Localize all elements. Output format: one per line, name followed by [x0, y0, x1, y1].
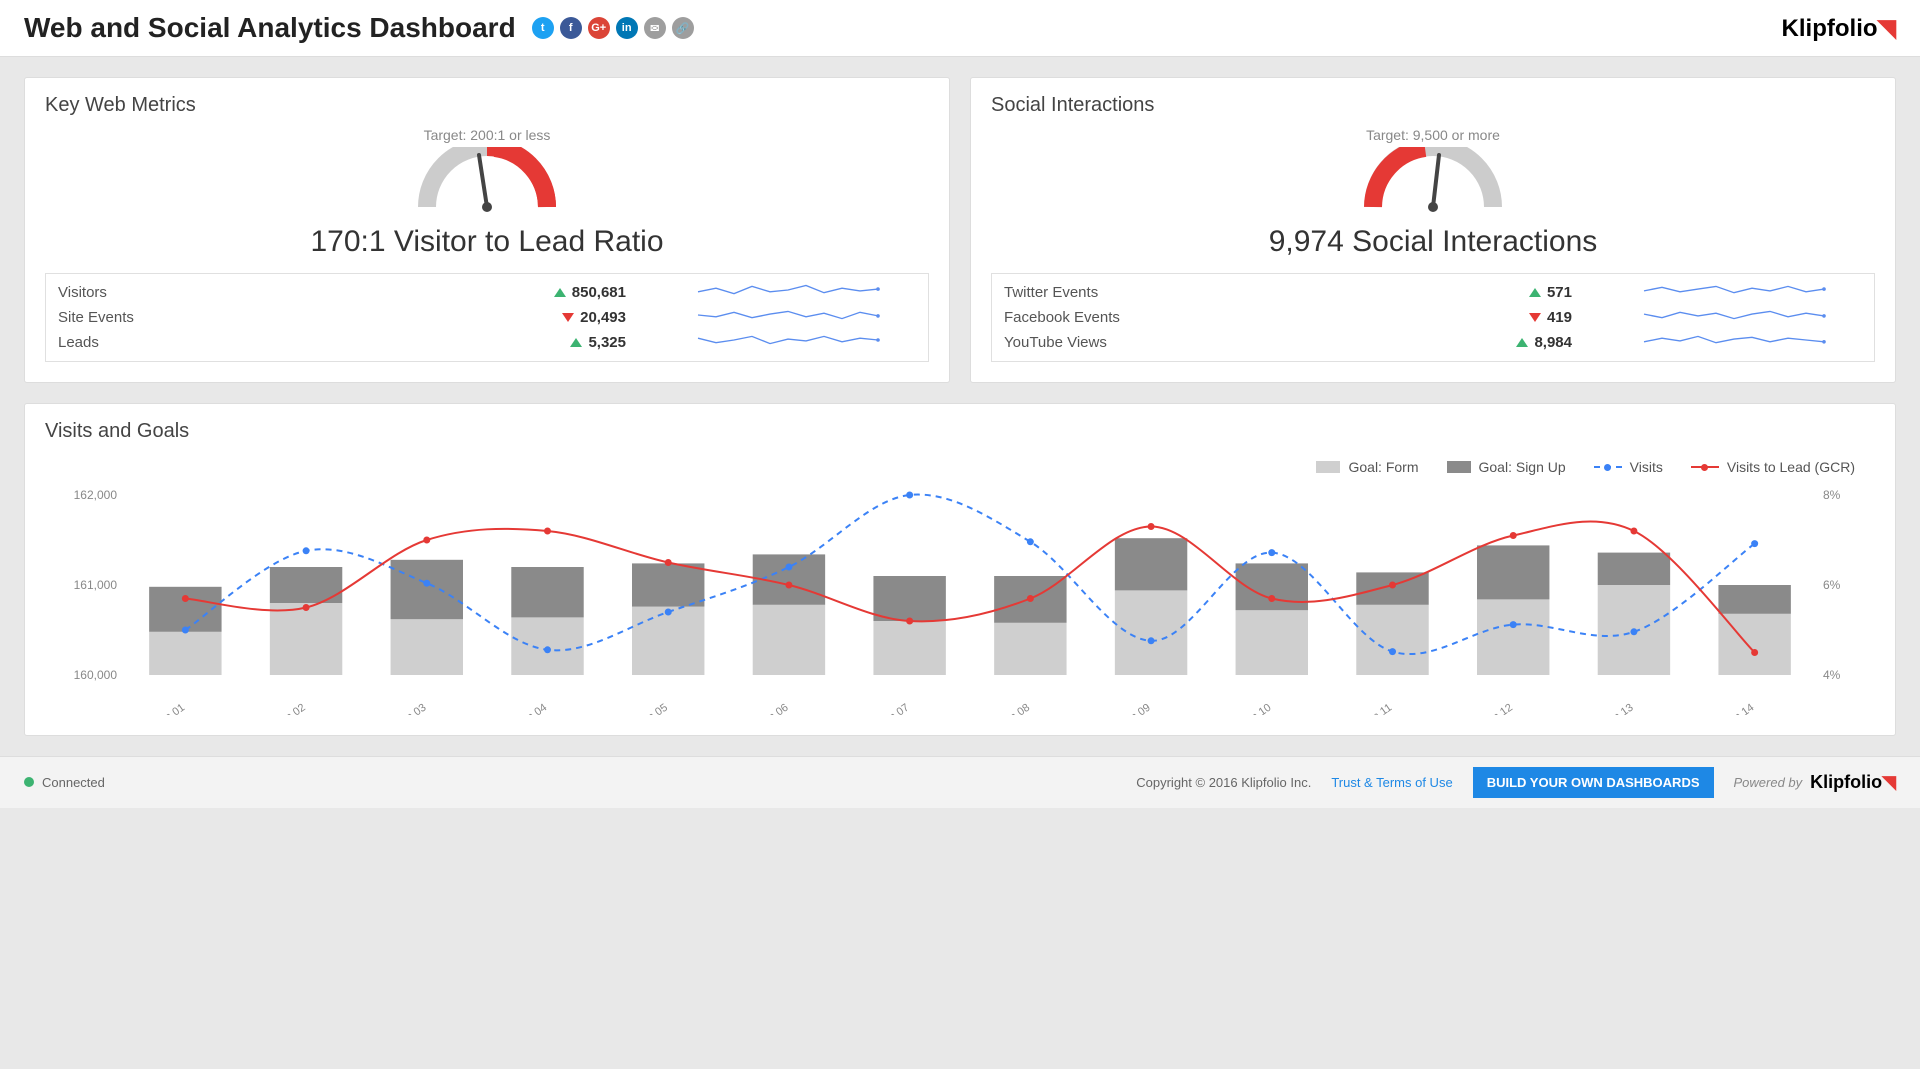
metric-row: Visitors 850,681 — [58, 280, 626, 305]
chart-legend: Goal: Form Goal: Sign Up Visits Visits t… — [45, 453, 1875, 485]
facebook-icon[interactable]: f — [560, 17, 582, 39]
svg-text:Jan 13: Jan 13 — [1602, 702, 1636, 715]
gauge-icon — [407, 147, 567, 217]
arrow-up-icon — [1516, 338, 1528, 347]
svg-text:Jan 14: Jan 14 — [1722, 702, 1756, 715]
arrow-down-icon — [1529, 313, 1541, 322]
linkedin-icon[interactable]: in — [616, 17, 638, 39]
card-title: Key Web Metrics — [45, 94, 929, 117]
svg-text:162,000: 162,000 — [74, 488, 118, 502]
arrow-down-icon — [562, 313, 574, 322]
gplus-icon[interactable]: G+ — [588, 17, 610, 39]
svg-text:160,000: 160,000 — [74, 668, 118, 682]
card-web-metrics: Key Web Metrics Target: 200:1 or less 17… — [24, 77, 950, 383]
svg-text:Jan 06: Jan 06 — [757, 702, 791, 715]
connection-status: Connected — [24, 775, 105, 790]
copyright: Copyright © 2016 Klipfolio Inc. — [1136, 775, 1311, 790]
svg-text:Jan 05: Jan 05 — [636, 702, 670, 715]
arrow-up-icon — [570, 338, 582, 347]
svg-text:Jan 08: Jan 08 — [998, 702, 1032, 715]
brand-logo-small: Klipfolio◥ — [1810, 772, 1896, 793]
svg-text:Jan 01: Jan 01 — [153, 702, 187, 715]
svg-text:4%: 4% — [1823, 668, 1841, 682]
svg-text:Jan 02: Jan 02 — [274, 702, 308, 715]
header: Web and Social Analytics Dashboard t f G… — [0, 0, 1920, 57]
card-title: Visits and Goals — [45, 420, 1875, 443]
metric-row: Twitter Events 571 — [1004, 280, 1572, 305]
gauge-icon — [1353, 147, 1513, 217]
arrow-up-icon — [554, 288, 566, 297]
page-title: Web and Social Analytics Dashboard — [24, 12, 516, 44]
metric-row: Site Events 20,493 — [58, 305, 626, 330]
link-icon[interactable]: 🔗 — [672, 17, 694, 39]
build-dashboard-button[interactable]: BUILD YOUR OWN DASHBOARDS — [1473, 767, 1714, 798]
twitter-icon[interactable]: t — [532, 17, 554, 39]
svg-text:Jan 11: Jan 11 — [1361, 702, 1394, 715]
metrics-table: Twitter Events 571 Facebook Events 419 Y… — [992, 274, 1584, 361]
svg-text:Jan 09: Jan 09 — [1119, 702, 1153, 715]
card-title: Social Interactions — [991, 94, 1875, 117]
arrow-up-icon — [1529, 288, 1541, 297]
visits-goals-chart: 160,000 161,000 162,000 4% 6% 8% Jan 01 Jan 02 J… — [55, 485, 1865, 715]
card-social: Social Interactions Target: 9,500 or mor… — [970, 77, 1896, 383]
svg-text:8%: 8% — [1823, 488, 1841, 502]
brand-logo: Klipfolio◥ — [1782, 14, 1896, 43]
metric-row: YouTube Views 8,984 — [1004, 330, 1572, 355]
metric-row: Leads 5,325 — [58, 330, 626, 355]
svg-text:6%: 6% — [1823, 578, 1841, 592]
gauge-target: Target: 9,500 or more — [991, 127, 1875, 143]
email-icon[interactable]: ✉ — [644, 17, 666, 39]
svg-text:Jan 04: Jan 04 — [515, 702, 549, 715]
svg-text:Jan 07: Jan 07 — [877, 702, 911, 715]
sparklines — [648, 274, 928, 361]
svg-text:Jan 12: Jan 12 — [1481, 702, 1515, 715]
sparklines — [1594, 274, 1874, 361]
svg-text:Jan 10: Jan 10 — [1240, 702, 1274, 715]
svg-text:Jan 03: Jan 03 — [395, 702, 429, 715]
terms-link[interactable]: Trust & Terms of Use — [1331, 775, 1452, 790]
gauge-headline: 170:1 Visitor to Lead Ratio — [45, 225, 929, 259]
svg-text:161,000: 161,000 — [74, 578, 118, 592]
metric-row: Facebook Events 419 — [1004, 305, 1572, 330]
footer: Connected Copyright © 2016 Klipfolio Inc… — [0, 756, 1920, 808]
gauge-target: Target: 200:1 or less — [45, 127, 929, 143]
status-dot-icon — [24, 777, 34, 787]
card-visits-goals: Visits and Goals Goal: Form Goal: Sign U… — [24, 403, 1896, 736]
gauge-headline: 9,974 Social Interactions — [991, 225, 1875, 259]
metrics-table: Visitors 850,681 Site Events 20,493 Lead… — [46, 274, 638, 361]
share-icons: t f G+ in ✉ 🔗 — [532, 17, 694, 39]
